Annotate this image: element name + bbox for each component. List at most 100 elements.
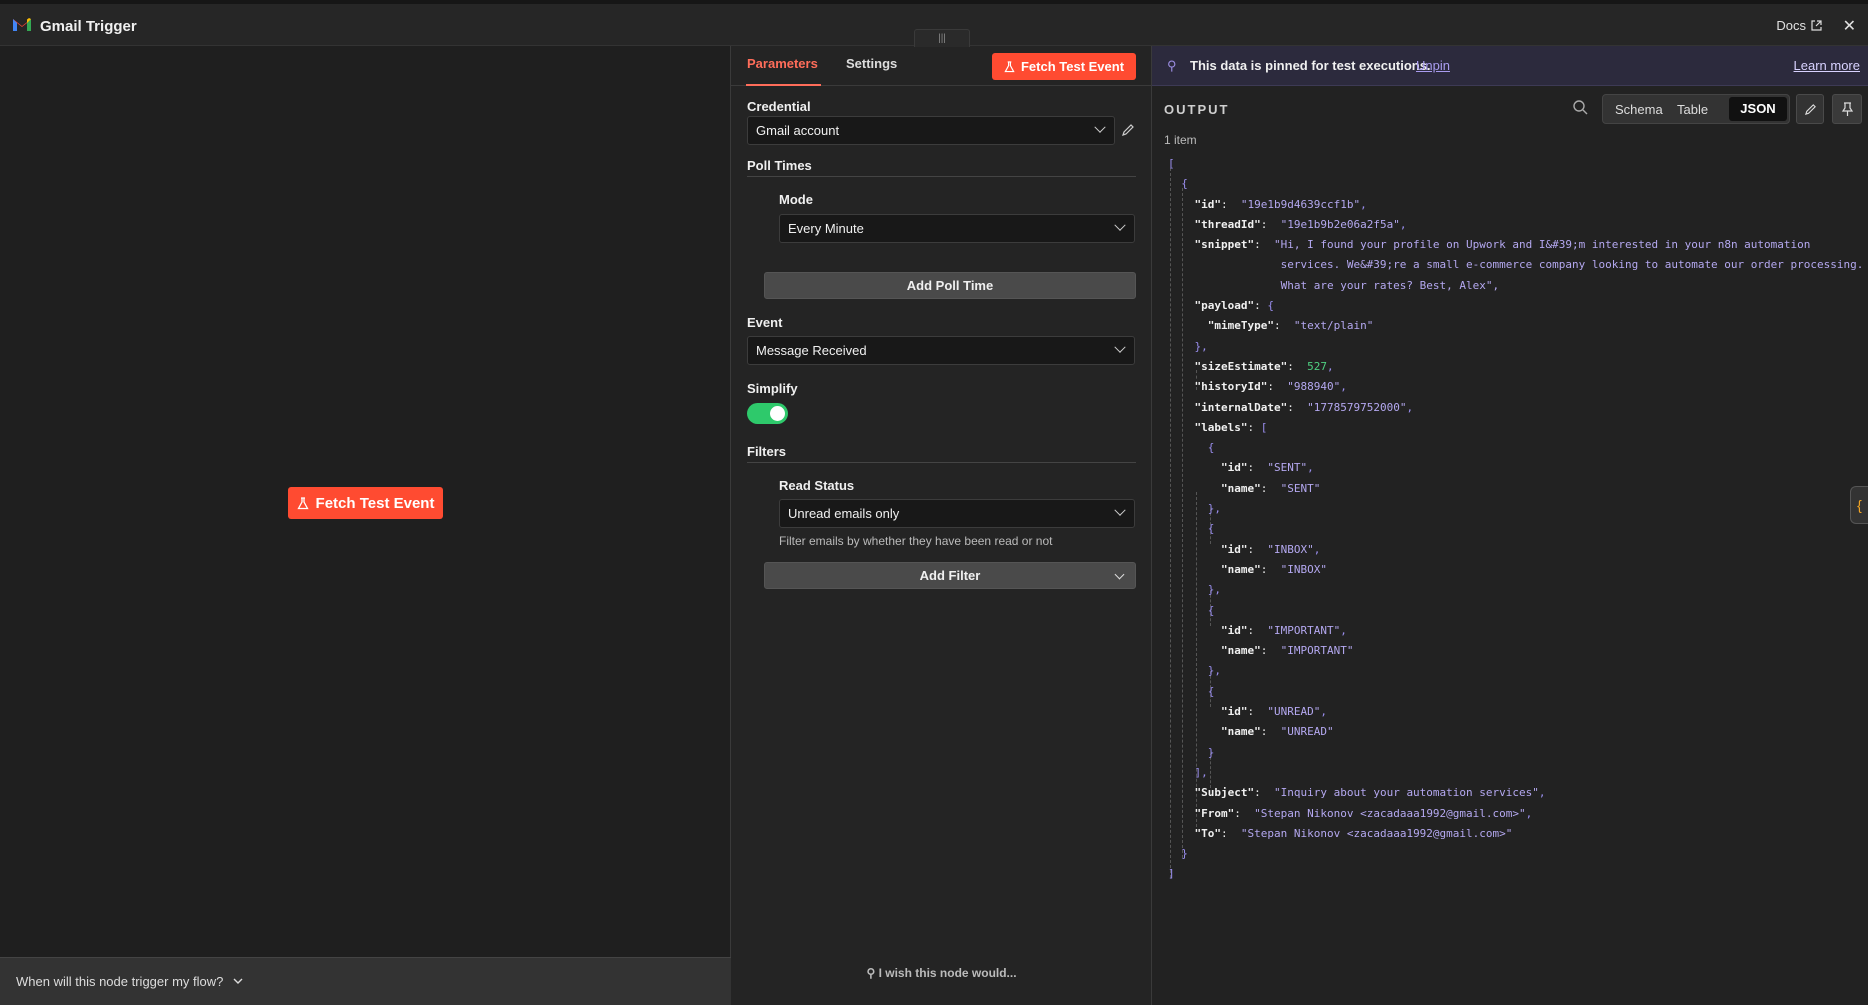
json-line: "internalDate": "1778579752000", <box>1194 400 1414 414</box>
tab-settings[interactable]: Settings <box>846 56 897 71</box>
json-label-id: SENT <box>1273 461 1301 475</box>
view-table[interactable]: Table <box>1677 102 1708 117</box>
fetch-test-event-label: Fetch Test Event <box>315 494 435 512</box>
read-status-label: Read Status <box>779 478 855 493</box>
fetch-test-event-button-small[interactable]: Fetch Test Event <box>992 53 1136 80</box>
mode-select[interactable]: Every Minute <box>779 214 1135 243</box>
json-line: }, <box>1168 664 1221 678</box>
unpin-link[interactable]: Unpin <box>1416 58 1450 73</box>
simplify-toggle[interactable] <box>747 403 788 424</box>
feedback-link[interactable]: ⚲ I wish this node would... <box>731 966 1152 980</box>
add-filter-button[interactable]: Add Filter <box>764 562 1136 589</box>
chevron-down-icon <box>1114 219 1126 231</box>
json-label-name: UNREAD <box>1287 725 1327 739</box>
json-line: { <box>1168 603 1215 617</box>
json-line: "Subject": "Inquiry about your automatio… <box>1194 786 1546 800</box>
event-value: Message Received <box>756 343 867 358</box>
chevron-down-icon <box>1114 569 1125 580</box>
trigger-help-bar[interactable]: When will this node trigger my flow? <box>0 957 731 1005</box>
trigger-help-text: When will this node trigger my flow? <box>16 974 224 989</box>
pencil-icon <box>1804 104 1816 116</box>
view-json[interactable]: JSON <box>1729 97 1787 121</box>
json-line: "From": "Stepan Nikonov <zacadaaa1992@gm… <box>1194 806 1533 820</box>
json-label-id: IMPORTANT <box>1273 623 1334 637</box>
simplify-label: Simplify <box>747 381 798 396</box>
json-line: }, <box>1168 502 1221 516</box>
json-line: "name": "UNREAD" <box>1220 725 1334 739</box>
json-snippet-2: services. We&#39;re a small e-commerce c… <box>1280 258 1864 272</box>
json-label-id: INBOX <box>1273 542 1308 556</box>
search-icon[interactable] <box>1572 99 1588 115</box>
chevron-down-icon <box>233 978 243 984</box>
param-tabs: Parameters Settings Fetch Test Event <box>731 46 1152 86</box>
credential-select[interactable]: Gmail account <box>747 116 1115 145</box>
json-label-name: IMPORTANT <box>1287 644 1347 658</box>
json-to: Stepan Nikonov <zacadaaa1992@gmail.com> <box>1247 826 1506 840</box>
json-line: "snippet": "Hi, I found your profile on … <box>1194 238 1811 252</box>
pin-data-button[interactable] <box>1832 94 1862 124</box>
json-line: "name": "SENT" <box>1220 481 1321 495</box>
mode-value: Every Minute <box>788 221 864 236</box>
filters-label: Filters <box>747 444 787 459</box>
credential-label: Credential <box>747 99 811 114</box>
add-poll-time-button[interactable]: Add Poll Time <box>764 272 1136 299</box>
json-line: "To": "Stepan Nikonov <zacadaaa1992@gmai… <box>1194 826 1513 840</box>
divider <box>747 176 1136 177</box>
json-line: "threadId": "19e1b9b2e06a2f5a", <box>1194 217 1407 231</box>
json-line: ], <box>1168 765 1208 779</box>
divider <box>747 462 1136 463</box>
json-line: "historyId": "988940", <box>1194 380 1347 394</box>
json-subject: Inquiry about your automation services <box>1280 786 1533 800</box>
json-output: [ { "id": "19e1b9d4639ccf1b", "threadId"… <box>1168 154 1863 885</box>
learn-more-link[interactable]: Learn more <box>1794 58 1860 73</box>
read-status-select[interactable]: Unread emails only <box>779 499 1135 528</box>
json-line: { <box>1168 522 1215 536</box>
read-status-hint: Filter emails by whether they have been … <box>779 534 1053 548</box>
json-size-estimate: 527 <box>1307 359 1327 373</box>
json-mime-type: text/plain <box>1300 319 1367 333</box>
pinned-message: This data is pinned for test executions. <box>1190 58 1431 73</box>
chevron-down-icon <box>1094 121 1106 133</box>
docs-label: Docs <box>1776 18 1806 33</box>
drag-handle[interactable]: ||| <box>914 29 970 47</box>
json-line: "name": "INBOX" <box>1220 562 1327 576</box>
fetch-test-event-button[interactable]: Fetch Test Event <box>288 487 443 519</box>
json-line: "payload": { <box>1194 299 1274 313</box>
json-snippet-1: "Hi, I found your profile on Upwork and … <box>1273 238 1811 252</box>
docs-link[interactable]: Docs <box>1776 18 1822 33</box>
input-panel: Fetch Test Event When will this node tri… <box>0 46 731 1005</box>
json-line: }, <box>1168 583 1221 597</box>
json-line: services. We&#39;re a small e-commerce c… <box>1168 255 1864 275</box>
json-line: "id": "IMPORTANT", <box>1220 623 1347 637</box>
fetch-test-event-small-label: Fetch Test Event <box>1020 59 1125 74</box>
edit-output-button[interactable] <box>1796 94 1824 124</box>
active-tab-indicator <box>746 84 821 86</box>
gmail-icon <box>13 18 31 31</box>
flask-icon <box>296 496 309 509</box>
poll-times-label: Poll Times <box>747 158 812 173</box>
tab-parameters[interactable]: Parameters <box>747 56 818 71</box>
view-schema[interactable]: Schema <box>1615 102 1663 117</box>
view-switcher: Schema Table JSON <box>1602 94 1790 124</box>
json-line: "labels": [ <box>1194 420 1268 434</box>
close-icon[interactable]: ✕ <box>1843 16 1856 36</box>
external-link-icon <box>1811 20 1822 31</box>
json-line: { <box>1168 684 1215 698</box>
json-thread-id: 19e1b9b2e06a2f5a <box>1287 217 1394 231</box>
feedback-label: I wish this node would... <box>878 966 1017 980</box>
parameters-panel: ||| Parameters Settings Fetch Test Event… <box>731 29 1152 1005</box>
json-line: [ <box>1168 157 1175 170</box>
pin-icon: ⚲ <box>1167 58 1177 73</box>
json-line: { <box>1168 177 1188 191</box>
event-label: Event <box>747 315 783 330</box>
json-internal-date: 1778579752000 <box>1313 400 1400 414</box>
json-line: "mimeType": "text/plain" <box>1207 319 1374 333</box>
json-line: "sizeEstimate": 527, <box>1194 359 1334 373</box>
read-status-value: Unread emails only <box>788 506 900 521</box>
credential-value: Gmail account <box>756 123 840 138</box>
json-history-id: 988940 <box>1293 380 1334 394</box>
pencil-icon[interactable] <box>1121 123 1135 137</box>
json-label-name: SENT <box>1287 481 1314 495</box>
json-from: Stepan Nikonov <zacadaaa1992@gmail.com> <box>1260 806 1520 820</box>
event-select[interactable]: Message Received <box>747 336 1135 365</box>
